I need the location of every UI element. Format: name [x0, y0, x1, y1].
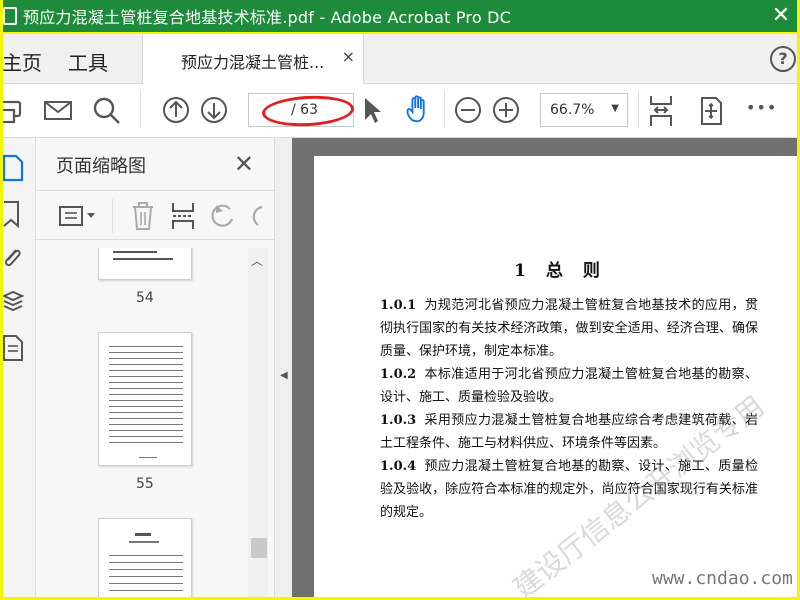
extract-page-icon[interactable] [170, 201, 196, 231]
page-thumbnail[interactable] [98, 518, 192, 600]
toolbar-separator [140, 92, 141, 128]
chevron-up-icon[interactable]: ︿ [251, 252, 263, 269]
hand-tool-icon[interactable] [402, 94, 436, 126]
page-thumbnail[interactable] [98, 332, 192, 466]
previous-page-icon[interactable] [160, 94, 192, 126]
clause: 1.0.1 为规范河北省预应力混凝土管桩复合地基技术的应用，贯彻执行国家的有关技术… [380, 298, 758, 359]
chevron-down-icon: ▼ [611, 103, 619, 114]
tab-home[interactable]: 主页 [2, 47, 42, 76]
delete-page-icon[interactable] [130, 201, 156, 231]
page-thumbnail[interactable] [98, 248, 192, 280]
window-close-button[interactable]: ✕ [770, 4, 792, 28]
toolbar-separator [638, 92, 639, 128]
next-page-icon[interactable] [198, 94, 230, 126]
layers-icon[interactable] [2, 288, 24, 316]
toolbar: / 63 66.7% ▼ ••• [0, 84, 800, 138]
clause-list: 1.0.1 为规范河北省预应力混凝土管桩复合地基技术的应用，贯彻执行国家的有关技术… [380, 294, 758, 524]
scrollbar-thumb[interactable] [251, 538, 267, 558]
thumbnails-pane-title: 页面缩略图 [56, 156, 146, 177]
title-bar: 预应力混凝土管桩复合地基技术标准.pdf - Adobe Acrobat Pro… [0, 0, 800, 34]
tab-row: 主页 工具 预应力混凝土管桩... × ? [0, 34, 800, 84]
zoom-value: 66.7% [550, 102, 595, 118]
zoom-out-icon[interactable] [452, 94, 484, 126]
collapse-pane-icon[interactable]: ◀ [280, 370, 288, 381]
thumbnails-list: 54 55 [36, 248, 258, 600]
thumbnail-page-label: 54 [136, 290, 154, 306]
zoom-in-icon[interactable] [490, 94, 522, 126]
thumbnail-options-icon[interactable] [58, 203, 98, 229]
toolbar-separator [112, 199, 113, 233]
tab-document-label: 预应力混凝土管桩... [181, 53, 325, 72]
select-arrow-icon[interactable] [360, 94, 384, 126]
zoom-dropdown[interactable]: 66.7% ▼ [540, 93, 628, 127]
clause: 1.0.2 本标准适用于河北省预应力混凝土管桩复合地基的勘察、设计、施工、质量检验… [380, 367, 758, 405]
toolbar-separator [444, 92, 445, 128]
thumbnails-scrollbar[interactable]: ︿ [248, 248, 268, 600]
tab-document[interactable]: 预应力混凝土管桩... × [142, 34, 364, 84]
fit-page-icon[interactable] [646, 94, 676, 128]
help-button[interactable]: ? [770, 46, 796, 72]
tab-tools[interactable]: 工具 [68, 47, 108, 76]
thumbnails-pane: 页面缩略图 ✕ 54 55 [36, 138, 274, 600]
rotate-counterclockwise-icon[interactable] [208, 201, 238, 231]
rotate-clockwise-icon[interactable] [250, 201, 266, 231]
site-watermark: www.cndao.com [652, 568, 793, 589]
bookmark-icon[interactable] [2, 200, 24, 228]
full-screen-icon[interactable] [696, 94, 726, 128]
tab-close-icon[interactable]: × [342, 47, 355, 66]
more-tools-icon[interactable]: ••• [746, 98, 777, 130]
left-rail [0, 138, 36, 600]
document-view[interactable]: 1 总 则 1.0.1 为规范河北省预应力混凝土管桩复合地基技术的应用，贯彻执行国… [292, 138, 800, 600]
chapter-heading: 1 总 则 [514, 261, 600, 281]
pane-splitter[interactable]: ◀ [274, 138, 292, 600]
thumbnail-page-label: 55 [136, 476, 154, 492]
print-icon[interactable] [0, 94, 24, 126]
document-page: 1 总 则 1.0.1 为规范河北省预应力混凝土管桩复合地基技术的应用，贯彻执行国… [314, 156, 800, 600]
thumbnails-toolbar [36, 190, 274, 240]
page-thumbnails-icon[interactable] [2, 154, 24, 182]
search-icon[interactable] [92, 94, 122, 126]
window-title: 预应力混凝土管桩复合地基技术标准.pdf - Adobe Acrobat Pro… [23, 8, 512, 27]
document-properties-icon[interactable] [2, 334, 24, 362]
acrobat-app-icon [3, 7, 17, 25]
close-icon[interactable]: ✕ [234, 150, 254, 178]
attachment-icon[interactable] [2, 244, 24, 272]
email-icon[interactable] [42, 94, 74, 126]
